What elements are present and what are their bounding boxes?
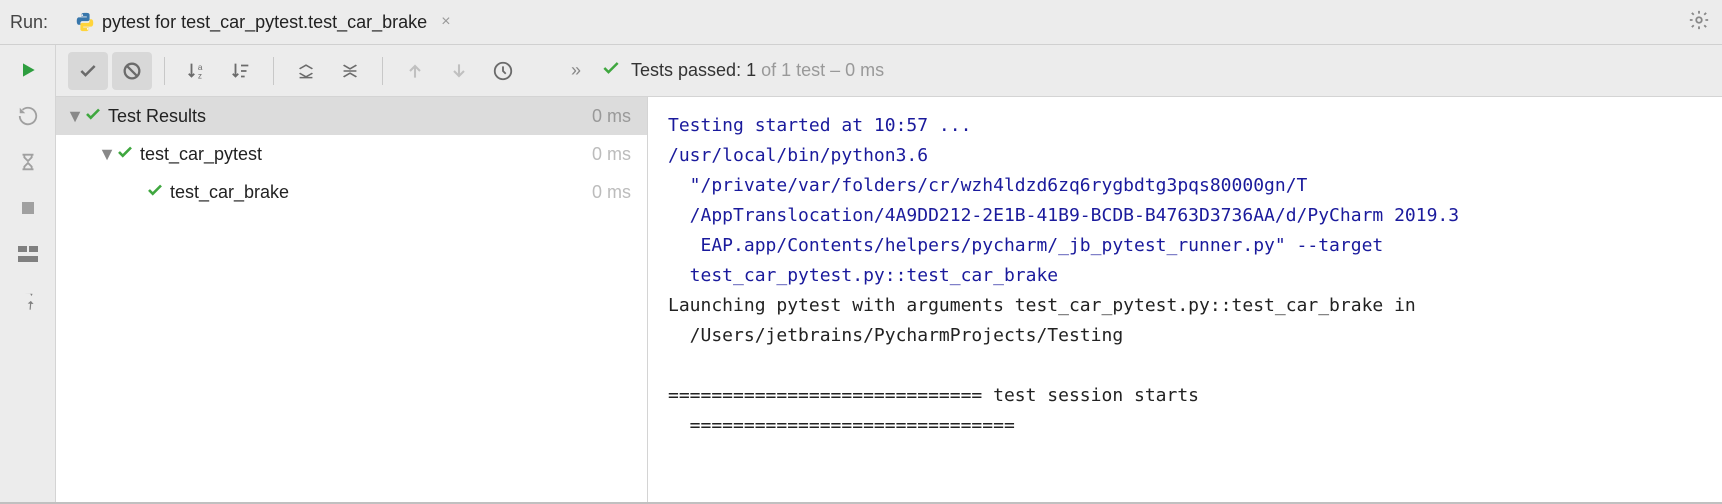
run-config-title: pytest for test_car_pytest.test_car_brak… (102, 12, 427, 33)
check-icon (146, 181, 164, 204)
stop-button[interactable] (13, 193, 43, 223)
svg-text:z: z (198, 71, 202, 80)
show-passed-button[interactable] (68, 52, 108, 90)
next-failed-button[interactable] (439, 52, 479, 90)
run-panel-header: Run: pytest for test_car_pytest.test_car… (0, 0, 1722, 45)
collapse-all-button[interactable] (330, 52, 370, 90)
tree-suite-row[interactable]: ▼ test_car_pytest 0 ms (56, 135, 647, 173)
pin-button[interactable] (13, 285, 43, 315)
tree-root-time: 0 ms (592, 106, 631, 127)
check-icon (601, 58, 621, 83)
sort-duration-button[interactable] (221, 52, 261, 90)
console-line: /usr/local/bin/python3.6 (668, 145, 928, 166)
tree-test-time: 0 ms (592, 182, 631, 203)
console-output[interactable]: Testing started at 10:57 ... /usr/local/… (648, 97, 1722, 502)
console-line: ============================== (668, 415, 1015, 436)
test-tree[interactable]: ▼ Test Results 0 ms ▼ test_car_pytest 0 … (56, 97, 648, 502)
tree-root-label: Test Results (108, 106, 592, 127)
test-history-button[interactable] (483, 52, 523, 90)
test-toolbar: az » (56, 45, 1722, 97)
python-icon (74, 11, 96, 33)
toolbar-separator (273, 57, 274, 85)
tree-test-label: test_car_brake (170, 182, 592, 203)
run-panel-body: az » (0, 45, 1722, 502)
gear-icon[interactable] (1688, 9, 1710, 36)
console-line: Testing started at 10:57 ... (668, 115, 971, 136)
console-line: "/private/var/folders/cr/wzh4ldzd6zq6ryg… (668, 175, 1307, 196)
tests-passed-prefix: Tests passed: (631, 60, 746, 80)
toggle-auto-test-button[interactable] (13, 147, 43, 177)
tests-passed-count: 1 (746, 60, 756, 80)
console-line: Launching pytest with arguments test_car… (668, 295, 1416, 316)
check-icon (116, 143, 134, 166)
toolbar-separator (382, 57, 383, 85)
show-ignored-button[interactable] (112, 52, 152, 90)
console-line: EAP.app/Contents/helpers/pycharm/_jb_pyt… (668, 235, 1383, 256)
close-icon[interactable]: × (441, 13, 450, 31)
run-label: Run: (10, 12, 48, 33)
run-sidebar (0, 45, 56, 502)
console-line: /AppTranslocation/4A9DD212-2E1B-41B9-BCD… (668, 205, 1459, 226)
layout-button[interactable] (13, 239, 43, 269)
tree-suite-label: test_car_pytest (140, 144, 592, 165)
tree-test-row[interactable]: test_car_brake 0 ms (56, 173, 647, 211)
sort-alpha-button[interactable]: az (177, 52, 217, 90)
console-line: /Users/jetbrains/PycharmProjects/Testing (668, 325, 1123, 346)
check-icon (84, 105, 102, 128)
prev-failed-button[interactable] (395, 52, 435, 90)
more-chevrons-icon[interactable]: » (571, 60, 581, 81)
expand-all-button[interactable] (286, 52, 326, 90)
console-line: test_car_pytest.py::test_car_brake (668, 265, 1058, 286)
rerun-button[interactable] (13, 55, 43, 85)
run-config-tab[interactable]: pytest for test_car_pytest.test_car_brak… (66, 11, 459, 33)
tests-passed-of: of 1 test – (756, 60, 845, 80)
rerun-failed-button[interactable] (13, 101, 43, 131)
tree-root-row[interactable]: ▼ Test Results 0 ms (56, 97, 647, 135)
tests-passed-summary: Tests passed: 1 of 1 test – 0 ms (631, 60, 884, 81)
toolbar-separator (164, 57, 165, 85)
test-content: ▼ Test Results 0 ms ▼ test_car_pytest 0 … (56, 97, 1722, 502)
tree-suite-time: 0 ms (592, 144, 631, 165)
run-main: az » (56, 45, 1722, 502)
tests-passed-time: 0 ms (845, 60, 884, 80)
console-line: ============================= test sessi… (668, 385, 1199, 406)
chevron-down-icon[interactable]: ▼ (66, 106, 84, 127)
chevron-down-icon[interactable]: ▼ (98, 144, 116, 165)
